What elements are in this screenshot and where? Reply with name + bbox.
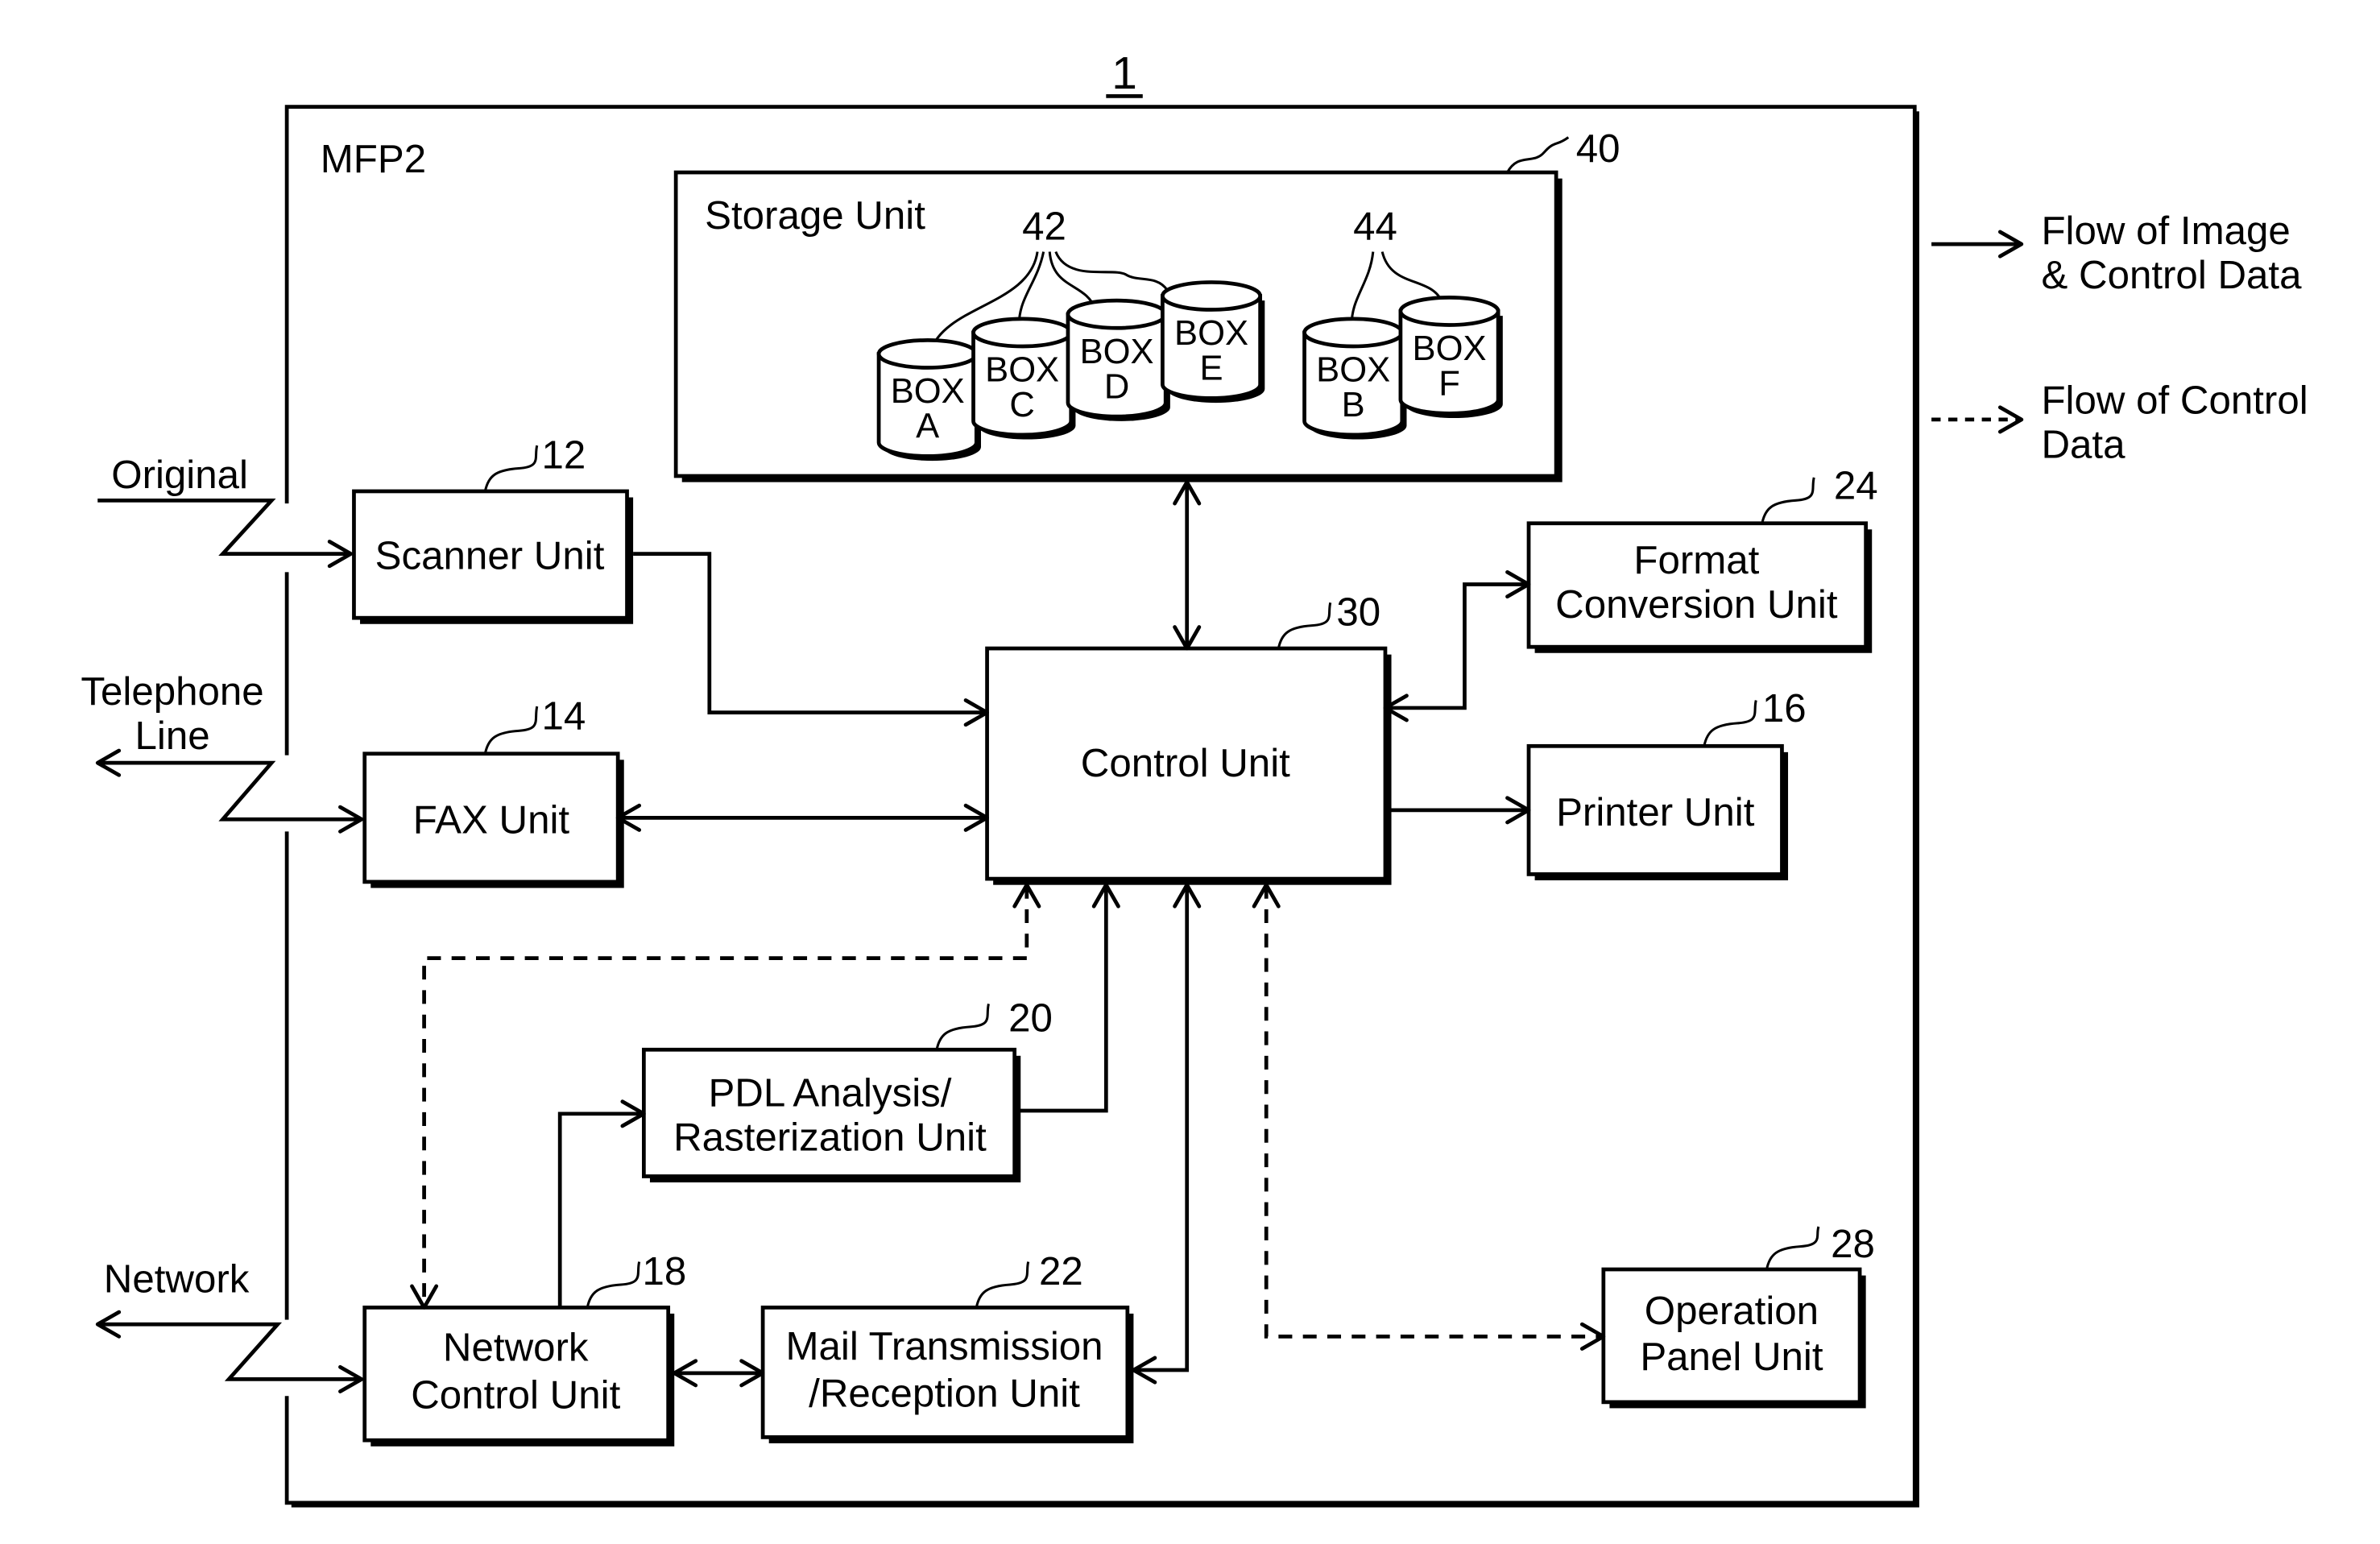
mail-label-line2: /Reception Unit [809, 1372, 1080, 1416]
storage-ref-number: 40 [1576, 126, 1620, 171]
telephone-label-line1: Telephone [81, 669, 263, 714]
box-group-44-ref: 44 [1353, 204, 1397, 248]
control-unit[interactable]: Control Unit [985, 646, 1392, 885]
storage-box-d[interactable]: BOXD [1066, 298, 1170, 421]
operation-panel-unit[interactable]: Operation Panel Unit [1601, 1267, 1866, 1409]
storage-box-letter: D [1104, 367, 1129, 406]
legend-solid-label-line1: Flow of Image [2041, 209, 2290, 253]
storage-box-letter: C [1009, 386, 1034, 424]
storage-box-label: BOX [891, 372, 965, 411]
printer-ref-number: 16 [1762, 686, 1807, 731]
storage-box-letter: F [1438, 365, 1460, 404]
scanner-unit[interactable]: Scanner Unit [352, 489, 634, 624]
storage-box-c[interactable]: BOXC [971, 317, 1076, 440]
network-control-unit[interactable]: Network Control Unit [362, 1306, 675, 1447]
format-conversion-label-line1: Format [1633, 538, 1759, 582]
format-conversion-label-line2: Conversion Unit [1555, 582, 1838, 627]
mfp-label: MFP2 [321, 137, 426, 181]
mail-transmission-unit[interactable]: Mail Transmission /Reception Unit [760, 1306, 1134, 1443]
network-control-label-line1: Network [443, 1326, 589, 1370]
format-conversion-unit[interactable]: Format Conversion Unit [1526, 521, 1873, 653]
scanner-ref-number: 12 [541, 433, 586, 478]
network-control-ref-number: 18 [642, 1249, 686, 1294]
legend-solid-label-line2: & Control Data [2041, 253, 2302, 297]
scanner-unit-label: Scanner Unit [375, 534, 605, 578]
operation-panel-label-line2: Panel Unit [1640, 1335, 1823, 1379]
storage-box-letter: B [1342, 386, 1365, 424]
fax-ref-number: 14 [541, 693, 586, 738]
storage-box-b[interactable]: BOXB [1302, 317, 1407, 440]
original-label: Original [111, 453, 248, 497]
storage-box-label: BOX [1316, 351, 1390, 390]
storage-box-label: BOX [985, 351, 1059, 390]
control-unit-label: Control Unit [1081, 741, 1290, 785]
storage-box-a[interactable]: BOXA [876, 338, 981, 462]
pdl-label-line1: PDL Analysis/ [708, 1070, 951, 1115]
legend-dashed-label-line1: Flow of Control [2041, 378, 2308, 422]
storage-box-label: BOX [1413, 329, 1487, 368]
figure-reference-number: 1 [1111, 48, 1137, 99]
format-conversion-ref-number: 24 [1834, 463, 1878, 507]
legend-dashed-label-line2: Data [2041, 422, 2125, 466]
mfp-block-diagram: 1 MFP2 Storage Unit 40 42 44 BOXABOXCBOX… [81, 48, 2308, 1508]
storage-box-e[interactable]: BOXE [1161, 280, 1265, 404]
control-ref-number: 30 [1336, 590, 1380, 635]
storage-box-label: BOX [1080, 333, 1154, 371]
storage-box-letter: E [1199, 350, 1223, 388]
telephone-label-line2: Line [135, 714, 209, 758]
pdl-label-line2: Rasterization Unit [673, 1115, 987, 1159]
storage-box-label: BOX [1174, 314, 1248, 353]
pdl-ref-number: 20 [1008, 996, 1053, 1041]
printer-unit-label: Printer Unit [1556, 790, 1755, 834]
fax-unit-label: FAX Unit [413, 797, 570, 842]
box-group-42-ref: 42 [1022, 204, 1066, 248]
operation-panel-label-line1: Operation [1645, 1289, 1819, 1333]
network-control-label-line2: Control Unit [411, 1372, 620, 1417]
printer-unit[interactable]: Printer Unit [1526, 743, 1789, 880]
storage-box-letter: A [916, 408, 939, 446]
operation-panel-ref-number: 28 [1831, 1222, 1875, 1266]
pdl-rasterization-unit[interactable]: PDL Analysis/ Rasterization Unit [641, 1047, 1021, 1183]
mail-ref-number: 22 [1039, 1249, 1083, 1294]
network-label: Network [104, 1256, 250, 1301]
storage-box-f[interactable]: BOXF [1398, 296, 1503, 419]
fax-unit[interactable]: FAX Unit [362, 751, 624, 888]
legend: Flow of Image & Control Data Flow of Con… [1931, 209, 2308, 466]
storage-unit-label: Storage Unit [705, 193, 925, 238]
mail-label-line1: Mail Transmission [785, 1324, 1103, 1368]
